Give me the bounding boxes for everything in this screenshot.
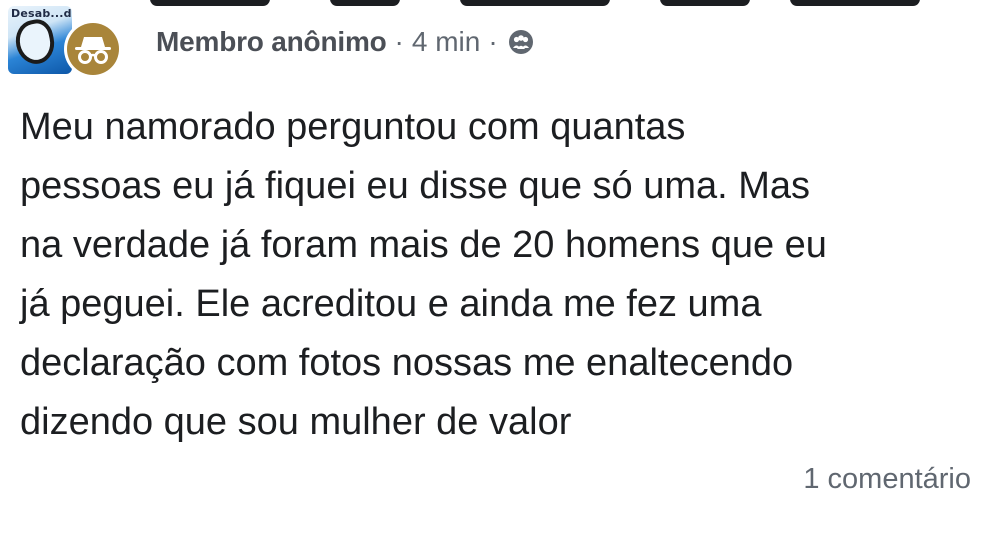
post-meta: Membro anônimo · 4 min · [156, 26, 534, 58]
avatar[interactable] [64, 20, 122, 78]
incognito-icon [75, 37, 111, 64]
speech-bubble-icon [11, 16, 59, 68]
author-name[interactable]: Membro anônimo [156, 26, 387, 58]
meta-separator: · [394, 26, 404, 57]
previous-content-edge [0, 0, 1001, 14]
group-logo-text: Desab...do [11, 7, 72, 20]
post-header: Desab...do [8, 4, 122, 80]
comment-count-link[interactable]: 1 comentário [803, 463, 971, 496]
meta-separator: · [488, 26, 498, 57]
post-body: Meu namorado perguntou com quantas pesso… [20, 106, 827, 443]
post-timestamp[interactable]: 4 min [412, 26, 480, 58]
group-logo: Desab...do [8, 6, 72, 74]
group-members-icon[interactable] [508, 29, 534, 55]
group-avatar[interactable]: Desab...do [8, 6, 122, 78]
